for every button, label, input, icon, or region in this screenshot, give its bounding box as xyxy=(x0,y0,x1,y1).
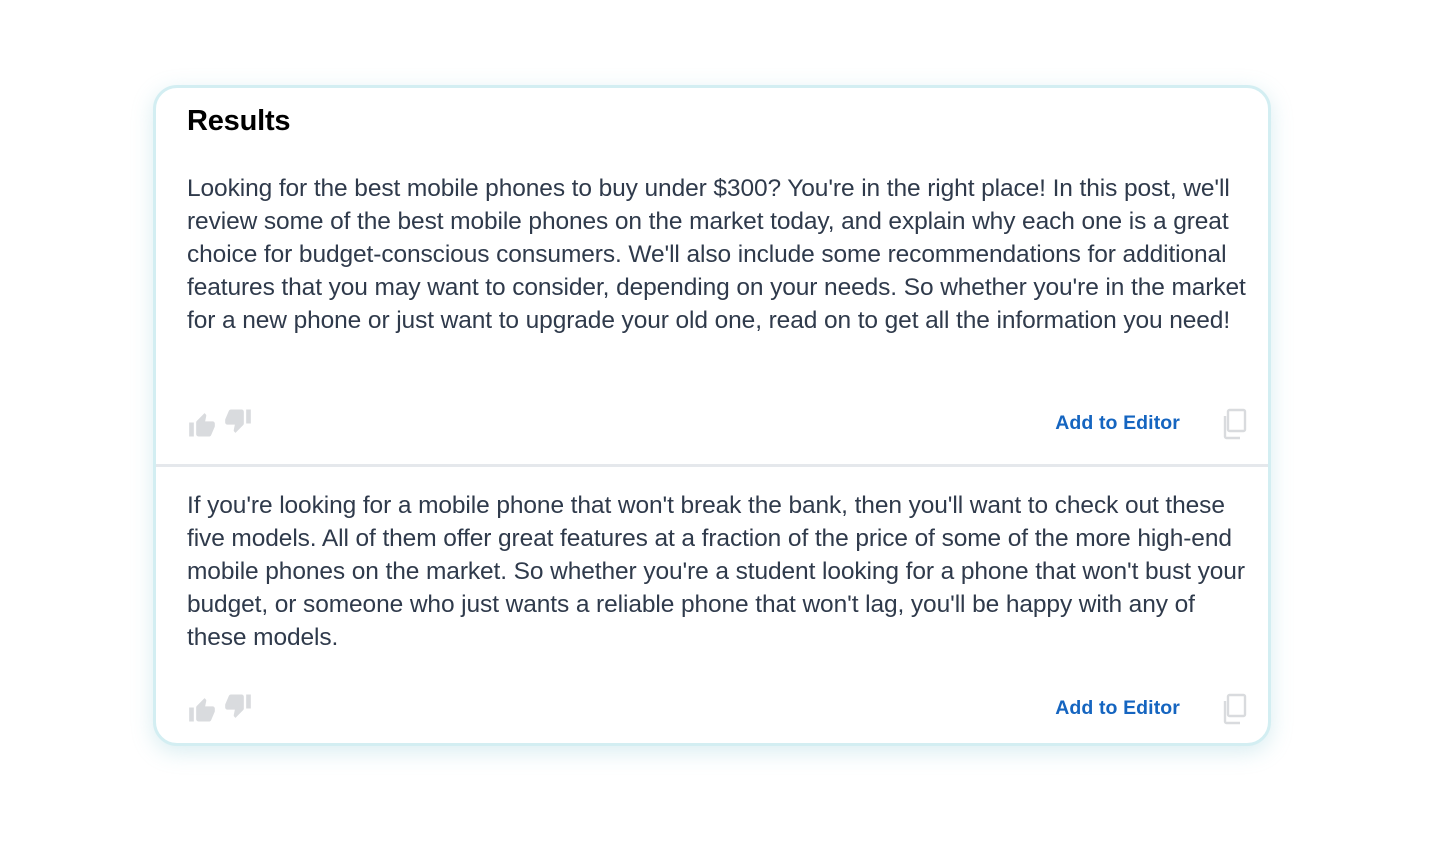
result-actions: Add to Editor xyxy=(187,408,1248,442)
result-text: Looking for the best mobile phones to bu… xyxy=(187,175,1246,334)
result-text: If you're looking for a mobile phone tha… xyxy=(187,492,1245,651)
copy-icon[interactable] xyxy=(1220,693,1248,725)
result-item: Looking for the best mobile phones to bu… xyxy=(156,172,1268,464)
add-to-editor-button[interactable]: Add to Editor xyxy=(1055,697,1180,720)
results-card: Results Looking for the best mobile phon… xyxy=(153,85,1271,746)
result-actions: Add to Editor xyxy=(187,693,1248,727)
thumbs-up-icon[interactable] xyxy=(187,697,217,725)
results-title: Results xyxy=(187,105,291,137)
add-to-editor-button[interactable]: Add to Editor xyxy=(1055,412,1180,435)
thumbs-up-icon[interactable] xyxy=(187,412,217,440)
copy-icon[interactable] xyxy=(1220,408,1248,440)
result-item: If you're looking for a mobile phone tha… xyxy=(156,467,1268,743)
thumbs-down-icon[interactable] xyxy=(223,406,253,434)
thumbs-down-icon[interactable] xyxy=(223,691,253,719)
